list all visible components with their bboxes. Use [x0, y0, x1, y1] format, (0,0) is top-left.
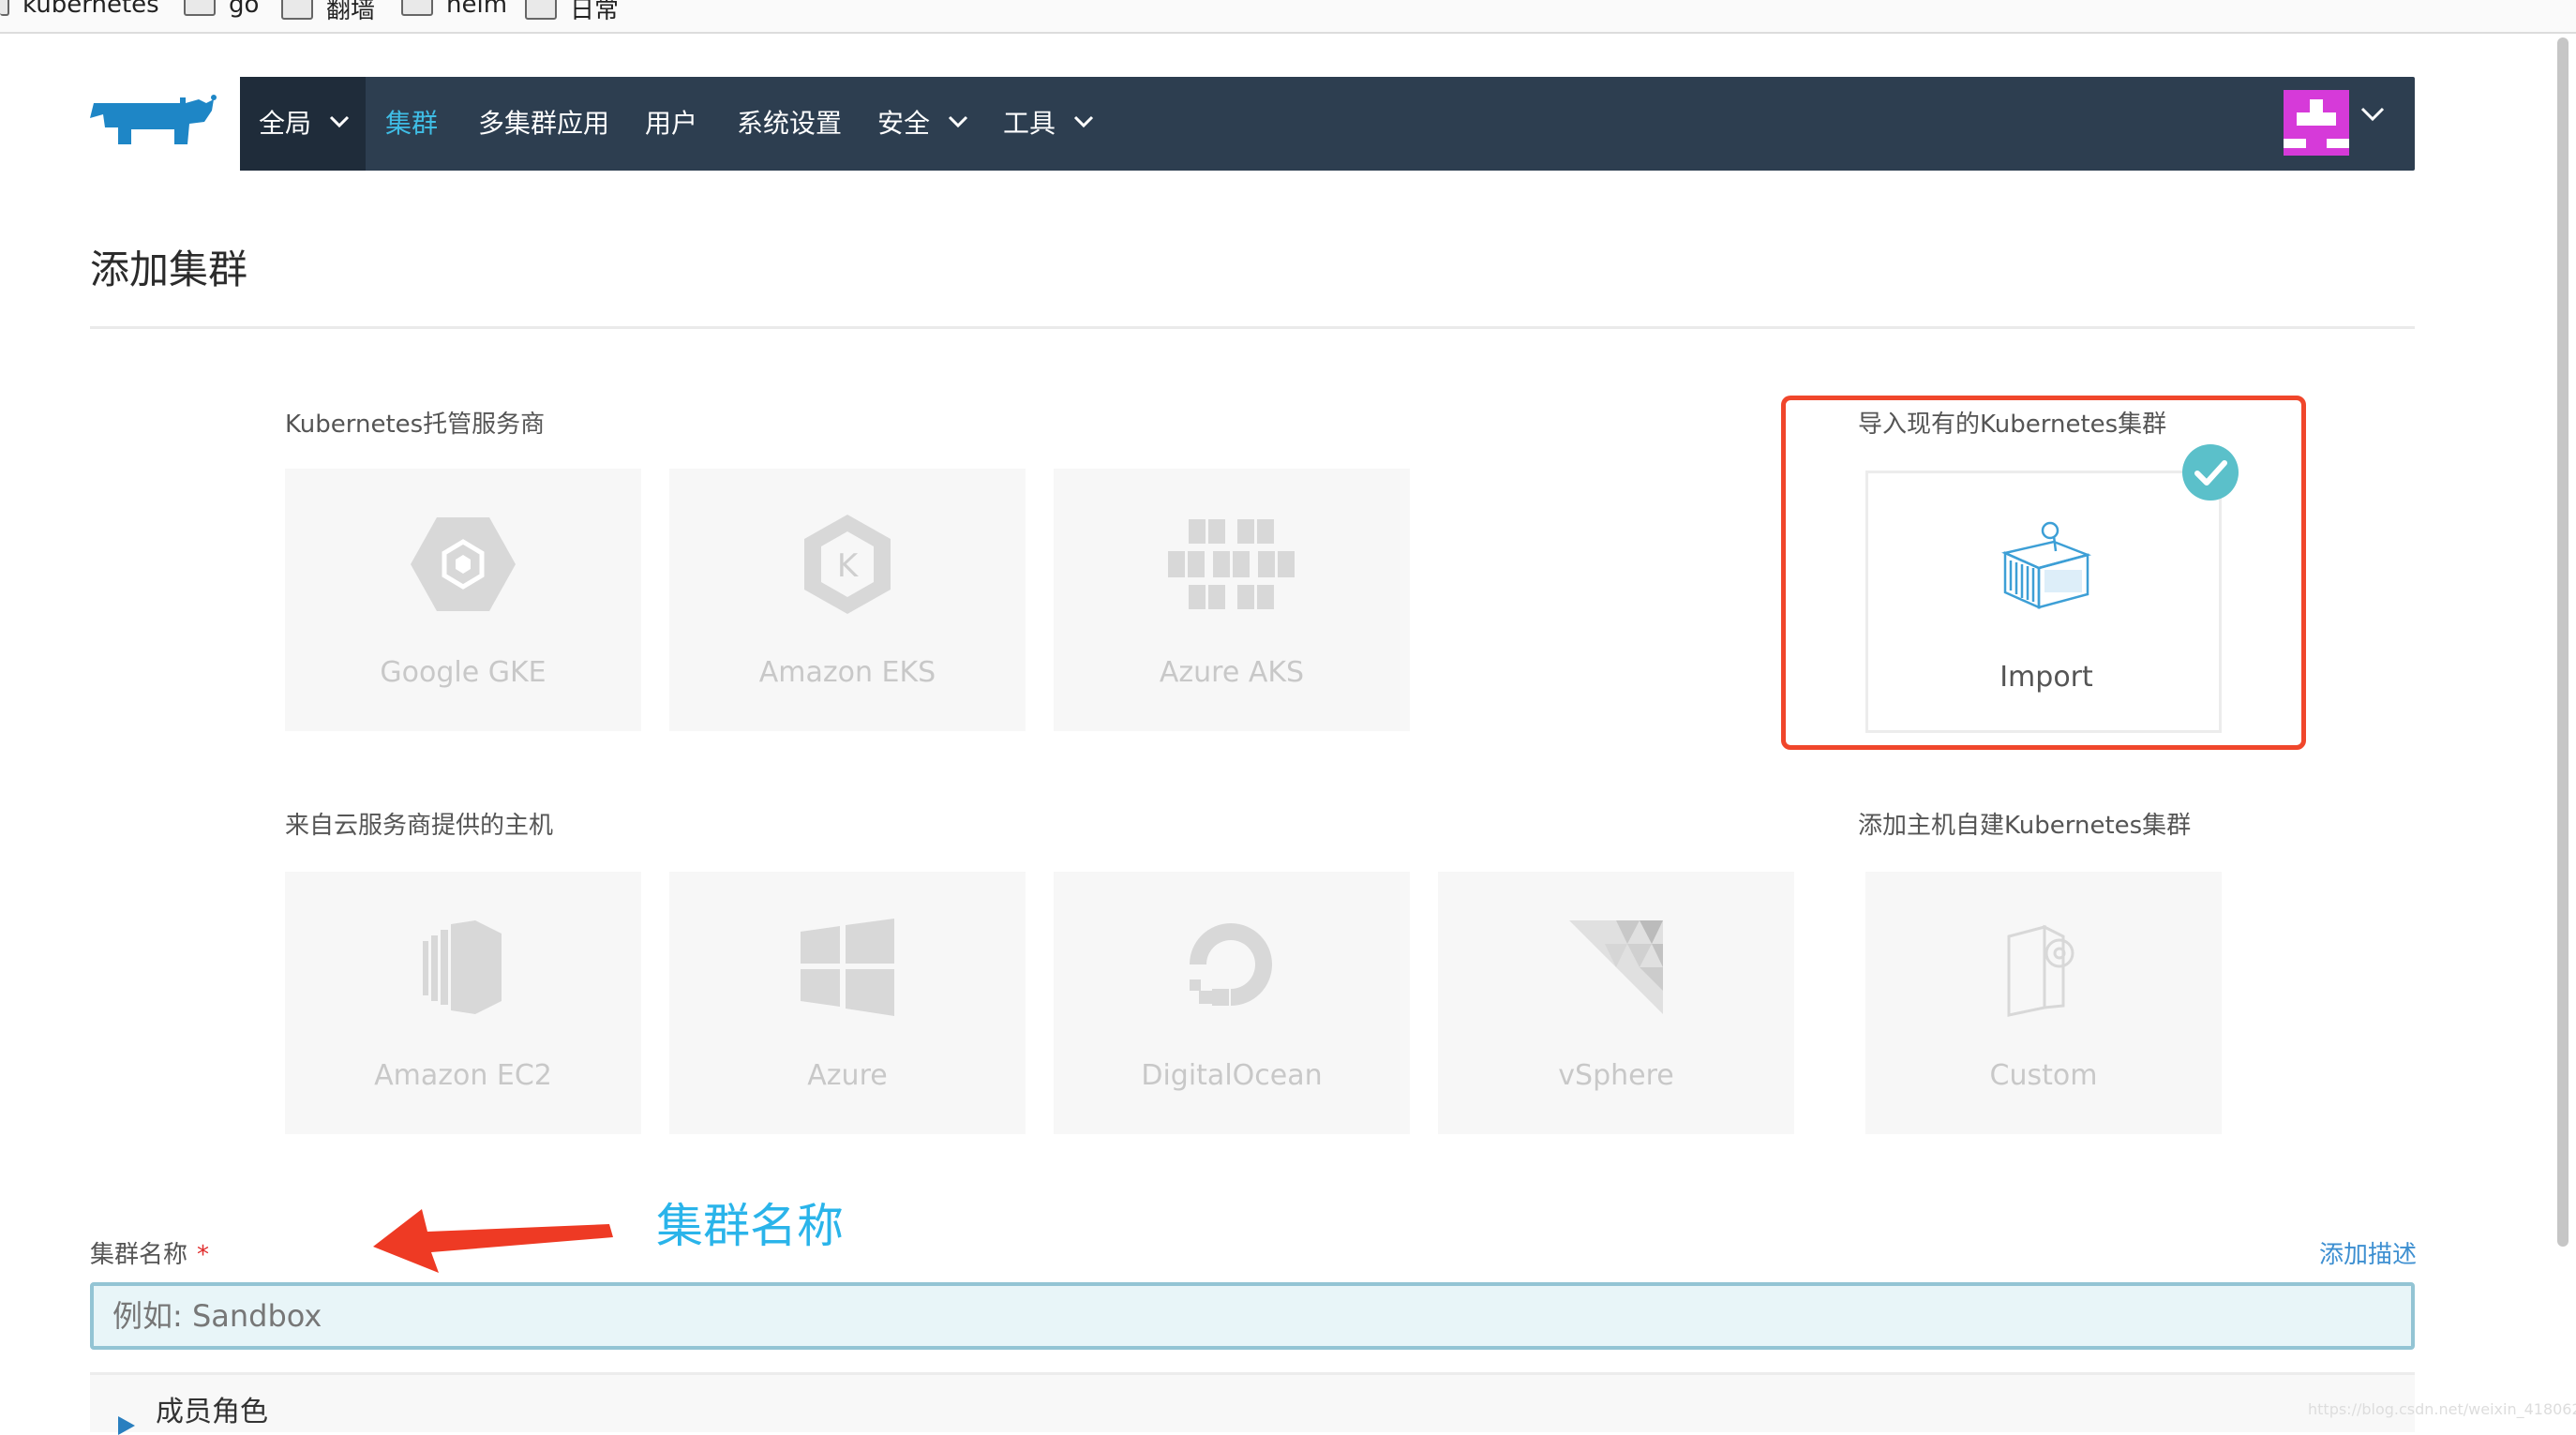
section-custom-label: 添加主机自建Kubernetes集群 — [1858, 812, 2192, 840]
nav-clusters[interactable]: 集群 — [385, 77, 438, 171]
chevron-down-icon — [329, 115, 349, 128]
watermark: https://blog.csdn.net/weixin_41806245 — [2308, 1400, 2576, 1418]
card-label: Azure — [807, 1059, 888, 1092]
card-label: Custom — [1989, 1059, 2098, 1092]
chevron-down-icon — [948, 115, 967, 128]
card-label: vSphere — [1558, 1059, 1674, 1092]
scrollbar-thumb[interactable] — [2557, 37, 2569, 1247]
windows-icon — [801, 919, 894, 1016]
svg-text:K: K — [837, 547, 860, 585]
custom-server-icon — [2007, 924, 2074, 1017]
required-mark: * — [197, 1241, 210, 1269]
container-import-icon — [2001, 521, 2092, 609]
nav-system-settings[interactable]: 系统设置 — [737, 77, 842, 171]
card-amazon-eks[interactable]: K Amazon EKS — [669, 469, 1026, 731]
folder-icon — [525, 0, 557, 20]
bookmarks-bar: kubernetes go 翻墙 helm 日常 — [0, 0, 2576, 34]
card-import[interactable]: Import — [1865, 471, 2222, 733]
user-avatar[interactable] — [2284, 90, 2349, 156]
nav-users[interactable]: 用户 — [645, 77, 697, 171]
rancher-logo[interactable] — [88, 90, 219, 157]
card-custom[interactable]: Custom — [1865, 872, 2222, 1134]
global-scope-menu[interactable]: 全局 — [240, 77, 366, 171]
card-label: DigitalOcean — [1141, 1059, 1323, 1092]
eks-icon: K — [804, 515, 891, 614]
annotation-text: 集群名称 — [656, 1199, 844, 1253]
ec2-icon — [423, 920, 502, 1014]
card-label: Import — [1999, 661, 2093, 694]
cluster-name-input[interactable] — [90, 1282, 2415, 1350]
card-amazon-ec2[interactable]: Amazon EC2 — [285, 872, 641, 1134]
members-roles-title: 成员角色 — [156, 1396, 268, 1428]
card-digitalocean[interactable]: DigitalOcean — [1054, 872, 1410, 1134]
vsphere-icon — [1569, 920, 1663, 1014]
card-vsphere[interactable]: vSphere — [1438, 872, 1794, 1134]
chevron-down-icon[interactable] — [2360, 107, 2385, 122]
bookmark-go[interactable]: go — [184, 0, 259, 19]
rancher-cow-icon — [90, 95, 217, 144]
bookmark-vpn[interactable]: 翻墙 — [281, 0, 375, 25]
section-cloud-label: 来自云服务商提供的主机 — [285, 812, 554, 840]
card-label: Amazon EKS — [758, 656, 936, 689]
card-azure[interactable]: Azure — [669, 872, 1026, 1134]
nav-global-label: 全局 — [259, 77, 350, 171]
folder-icon — [401, 0, 433, 16]
cluster-name-label: 集群名称 * — [90, 1241, 210, 1269]
selected-check-icon — [2182, 444, 2239, 501]
folder-icon — [184, 0, 216, 16]
bookmark-daily[interactable]: 日常 — [525, 0, 619, 25]
nav-multi-cluster-apps[interactable]: 多集群应用 — [478, 77, 609, 171]
card-label: Azure AKS — [1159, 656, 1305, 689]
bookmark-kubernetes[interactable]: kubernetes — [0, 0, 159, 19]
nav-security[interactable]: 安全 — [877, 77, 968, 171]
card-label: Amazon EC2 — [374, 1059, 552, 1092]
folder-icon — [0, 0, 9, 16]
annotation-arrow-icon — [373, 1209, 613, 1273]
section-hosted-label: Kubernetes托管服务商 — [285, 411, 546, 439]
title-divider — [90, 326, 2415, 329]
gke-icon — [411, 517, 516, 611]
card-label: Google GKE — [380, 656, 547, 689]
identicon-icon — [2284, 90, 2349, 156]
add-description-link[interactable]: 添加描述 — [2319, 1235, 2417, 1270]
aks-icon — [1168, 519, 1295, 609]
card-google-gke[interactable]: Google GKE — [285, 469, 641, 731]
folder-icon — [281, 0, 313, 20]
chevron-down-icon — [1073, 115, 1093, 128]
page-title: 添加集群 — [90, 247, 248, 292]
page-scrollbar[interactable] — [2554, 34, 2572, 1432]
nav-tools[interactable]: 工具 — [1003, 77, 1094, 171]
top-nav: 全局 集群 多集群应用 用户 系统设置 安全 工具 — [240, 77, 2415, 171]
members-roles-accordion[interactable]: 成员角色 — [90, 1372, 2415, 1435]
digitalocean-icon — [1190, 923, 1272, 1006]
card-azure-aks[interactable]: Azure AKS — [1054, 469, 1410, 731]
expand-triangle-icon — [118, 1416, 135, 1435]
bookmark-helm[interactable]: helm — [401, 0, 507, 19]
